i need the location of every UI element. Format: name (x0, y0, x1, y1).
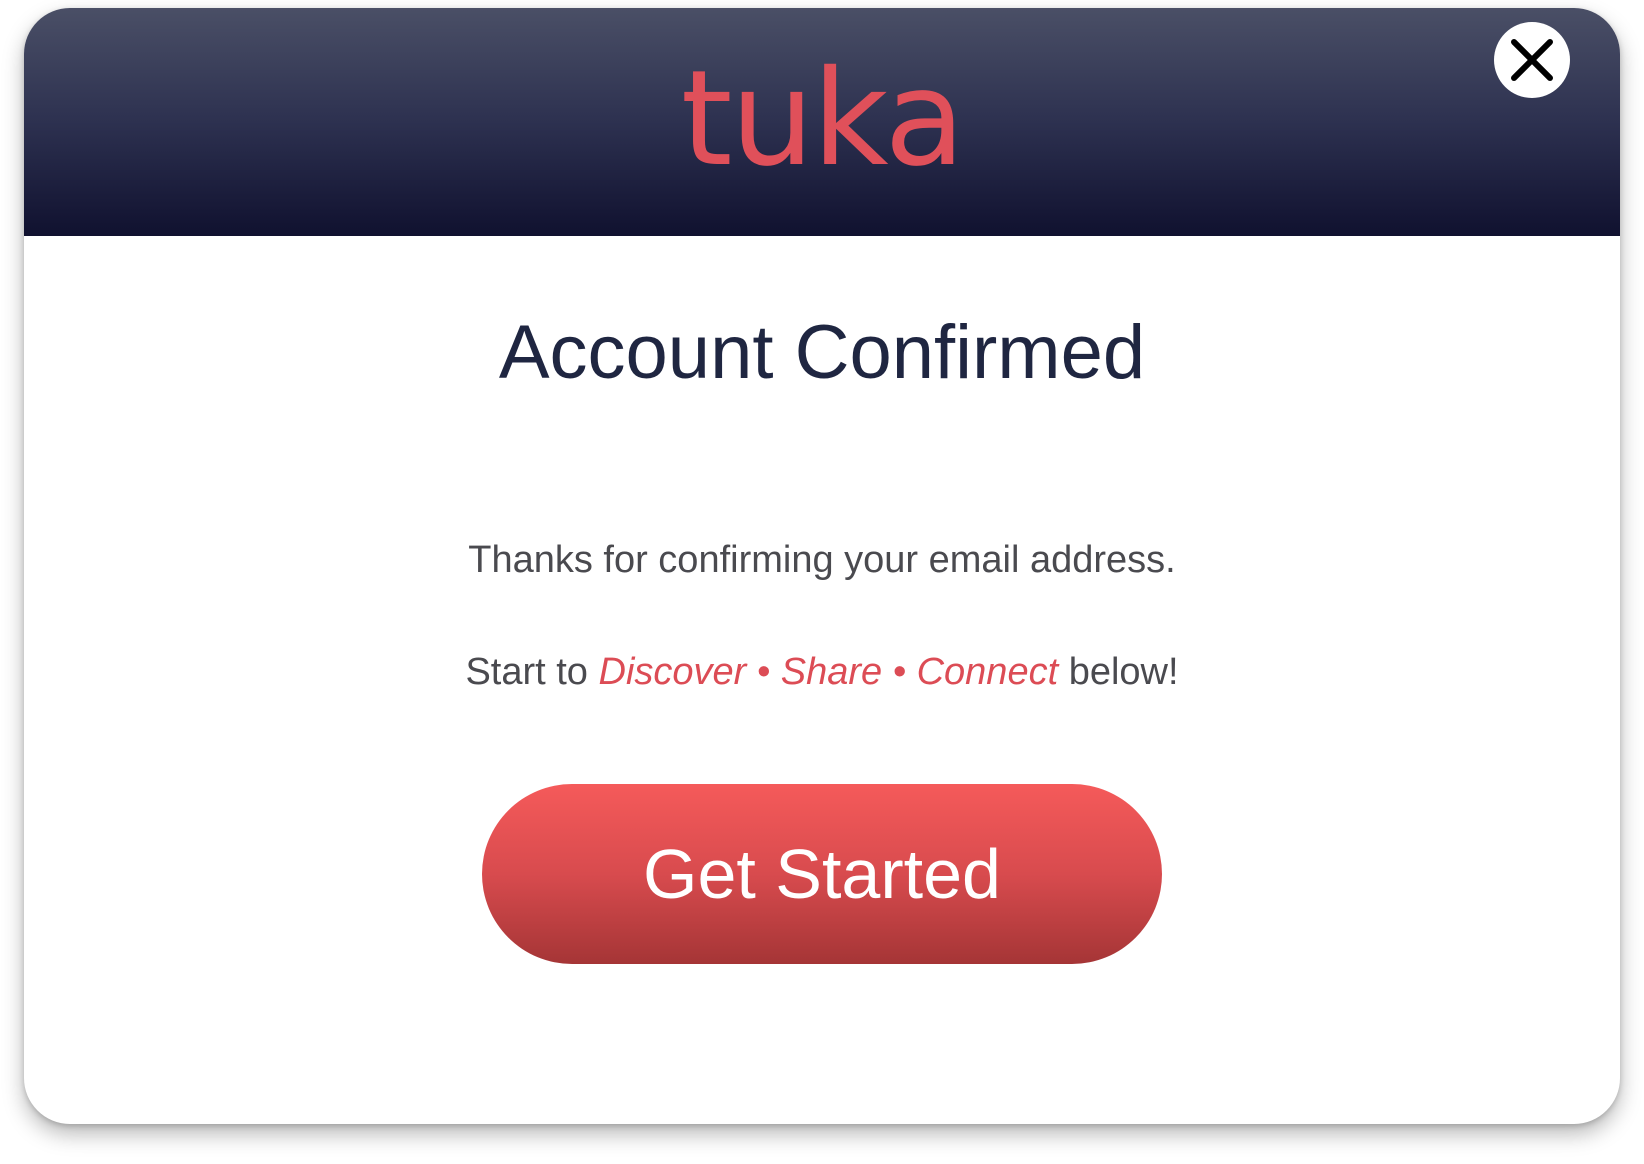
close-button[interactable] (1494, 22, 1570, 98)
confirmation-dialog: tuka Account Confirmed Thanks for confir… (24, 8, 1620, 1124)
tagline-separator: • (756, 651, 771, 693)
tagline-share: Share (780, 651, 883, 693)
dialog-title: Account Confirmed (498, 310, 1146, 395)
dialog-header: tuka (24, 8, 1620, 236)
tagline-connect: Connect (916, 651, 1059, 693)
get-started-button[interactable]: Get Started (482, 784, 1162, 964)
close-icon (1511, 39, 1553, 81)
tagline-separator: • (892, 651, 907, 693)
confirmation-message: Thanks for confirming your email address… (468, 539, 1176, 581)
tagline: Start to Discover • Share • Connect belo… (24, 648, 1620, 696)
tagline-prefix: Start to (465, 651, 599, 693)
tagline-discover: Discover (598, 651, 747, 693)
tagline-suffix: below! (1058, 651, 1179, 693)
brand-logo: tuka (680, 42, 965, 196)
